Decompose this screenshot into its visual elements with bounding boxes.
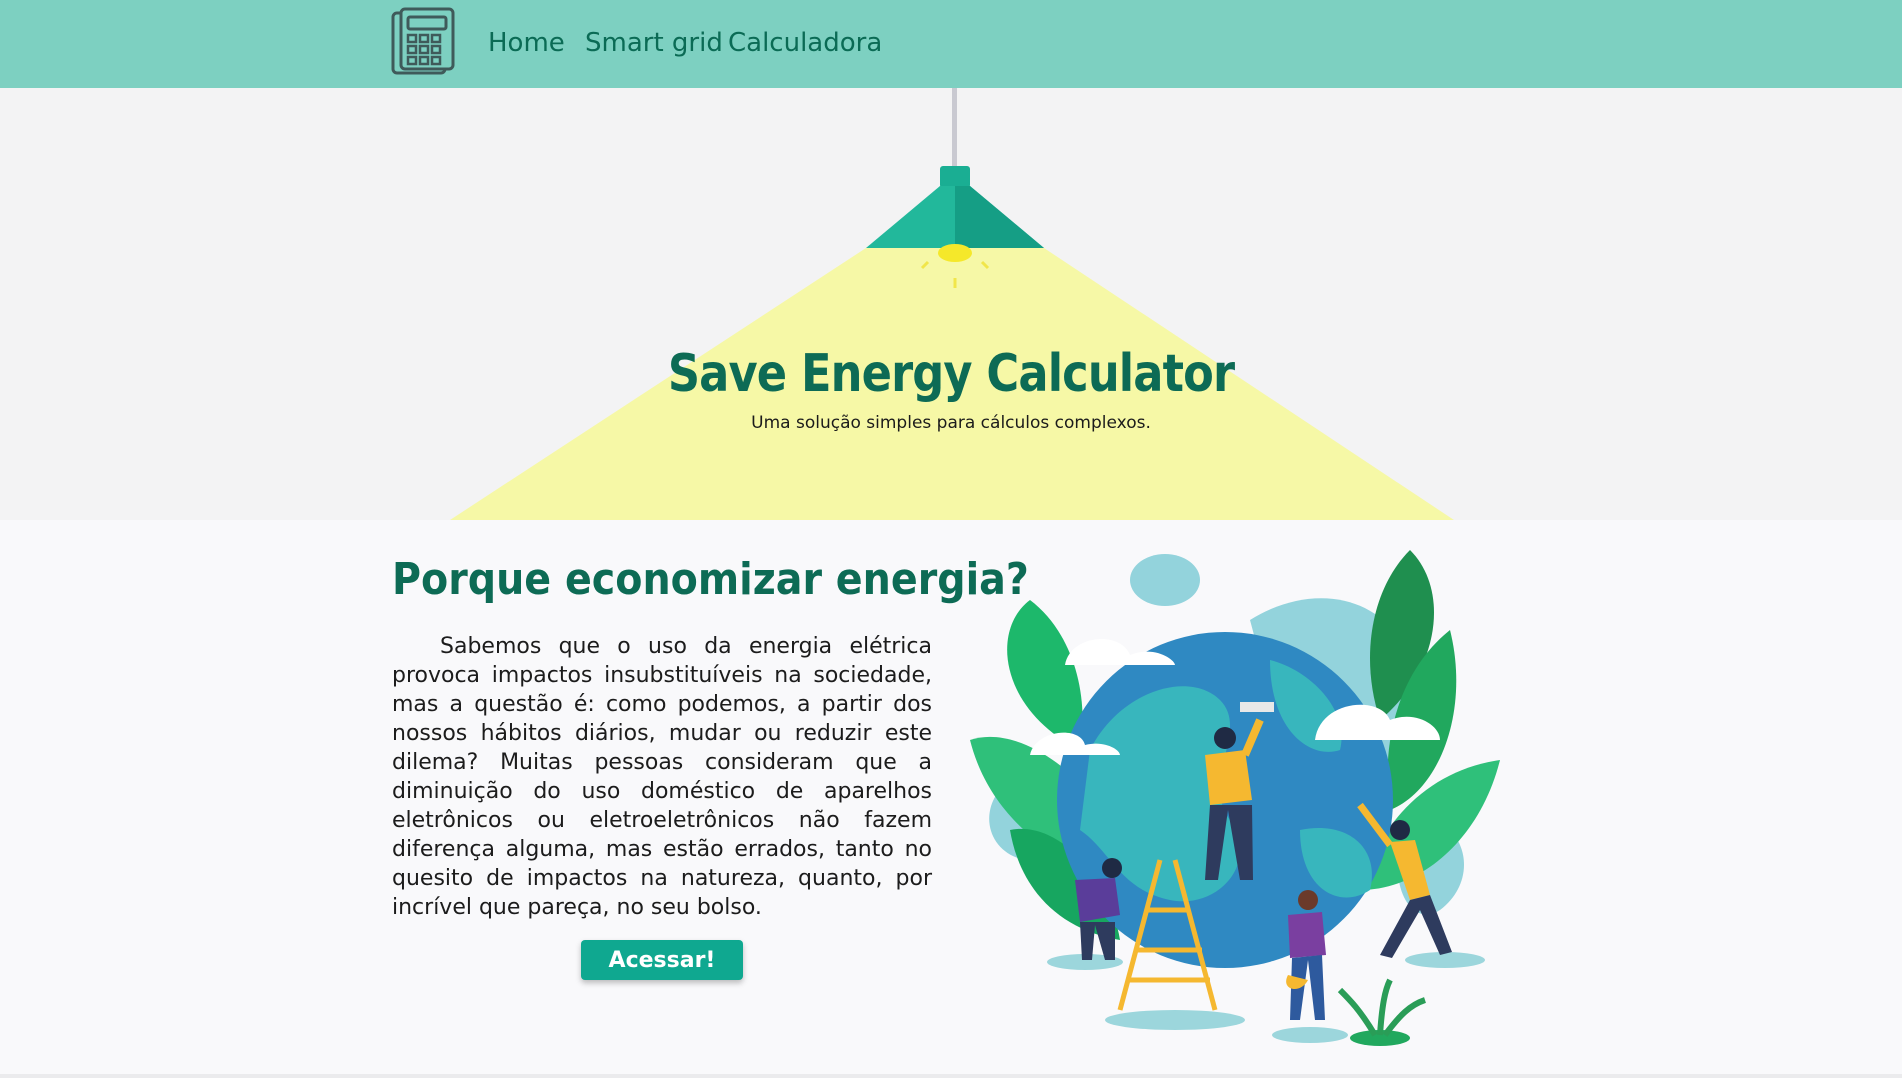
nav-link-home[interactable]: Home (488, 28, 565, 58)
content-section: Porque economizar energia? Sabemos que o… (0, 520, 1902, 1078)
hero-section: Save Energy Calculator Uma solução simpl… (0, 88, 1902, 520)
earth-care-illustration (970, 550, 1500, 1046)
hero-subtitle: Uma solução simples para cálculos comple… (751, 413, 1151, 433)
section-paragraph: Sabemos que o uso da energia elétrica pr… (392, 634, 932, 920)
page-bottom-divider (0, 1074, 1902, 1078)
calculator-icon[interactable] (391, 7, 457, 75)
access-button[interactable]: Acessar! (581, 940, 743, 980)
section-title: Porque economizar energia? (392, 554, 1029, 605)
nav-link-calculadora[interactable]: Calculadora (728, 28, 882, 58)
nav-link-smart-grid[interactable]: Smart grid (585, 28, 723, 58)
ceiling-lamp-illustration (450, 88, 1454, 520)
hero-title: Save Energy Calculator (667, 344, 1235, 404)
top-navbar: Home Smart grid Calculadora (0, 0, 1902, 88)
